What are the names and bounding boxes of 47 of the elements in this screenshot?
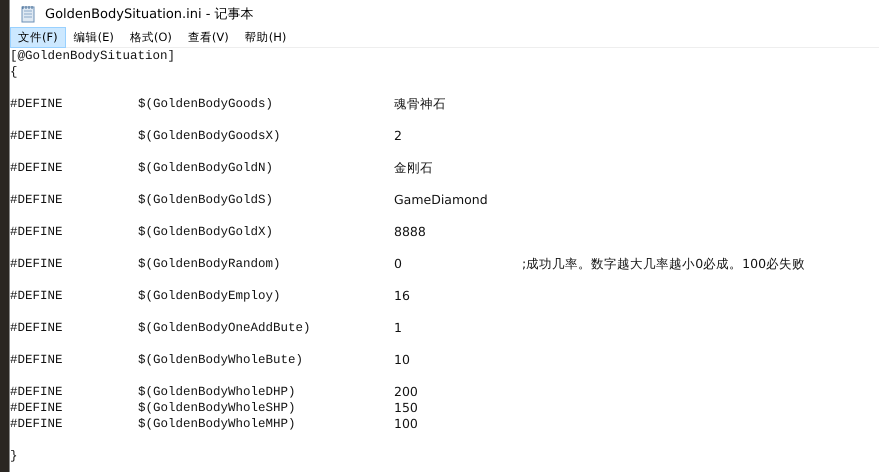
define-keyword: #DEFINE [10, 97, 63, 111]
define-keyword: #DEFINE [10, 385, 63, 399]
variable-value: 1 [394, 320, 402, 335]
variable-name: $(GoldenBodyEmploy) [138, 289, 281, 303]
variable-value: 150 [394, 400, 418, 415]
define-keyword: #DEFINE [10, 129, 63, 143]
variable-name: $(GoldenBodyOneAddBute) [138, 321, 311, 335]
define-keyword: #DEFINE [10, 401, 63, 415]
variable-value: 金刚石 [394, 160, 433, 175]
variable-value: 2 [394, 128, 402, 143]
menu-item[interactable]: 编辑(E) [66, 27, 122, 48]
variable-value: 8888 [394, 224, 426, 239]
define-keyword: #DEFINE [10, 353, 63, 367]
variable-value: 10 [394, 352, 410, 367]
define-keyword: #DEFINE [10, 193, 63, 207]
define-keyword: #DEFINE [10, 225, 63, 239]
define-keyword: #DEFINE [10, 417, 63, 431]
define-keyword: #DEFINE [10, 321, 63, 335]
variable-value: 100 [394, 416, 418, 431]
menu-item[interactable]: 查看(V) [180, 27, 237, 48]
variable-name: $(GoldenBodyWholeSHP) [138, 401, 296, 415]
variable-name: $(GoldenBodyGoldN) [138, 161, 274, 175]
variable-name: $(GoldenBodyGoldX) [138, 225, 274, 239]
code-text: { [10, 64, 18, 80]
variable-name: $(GoldenBodyWholeBute) [138, 353, 304, 367]
variable-name: $(GoldenBodyRandom) [138, 257, 281, 271]
notepad-icon [20, 5, 36, 23]
variable-value: GameDiamond [394, 192, 488, 207]
variable-name: $(GoldenBodyGoldS) [138, 193, 274, 207]
variable-name: $(GoldenBodyGoods) [138, 97, 274, 111]
variable-value: 魂骨神石 [394, 96, 446, 111]
code-text: [@GoldenBodySituation] [10, 48, 176, 64]
variable-value: 16 [394, 288, 410, 303]
define-keyword: #DEFINE [10, 289, 63, 303]
menu-item[interactable]: 文件(F) [10, 27, 66, 48]
variable-value: 200 [394, 384, 418, 399]
define-keyword: #DEFINE [10, 257, 63, 271]
variable-name: $(GoldenBodyWholeDHP) [138, 385, 296, 399]
menu-item[interactable]: 格式(O) [122, 27, 180, 48]
variable-name: $(GoldenBodyWholeMHP) [138, 417, 296, 431]
code-text: } [10, 448, 18, 464]
variable-value: 0 [394, 256, 402, 271]
menu-item[interactable]: 帮助(H) [236, 27, 294, 48]
define-keyword: #DEFINE [10, 161, 63, 175]
comment-text: ;成功几率。数字越大几率越小0必成。100必失败 [522, 256, 806, 272]
variable-name: $(GoldenBodyGoodsX) [138, 129, 281, 143]
window-title: GoldenBodySituation.ini - 记事本 [45, 6, 254, 23]
